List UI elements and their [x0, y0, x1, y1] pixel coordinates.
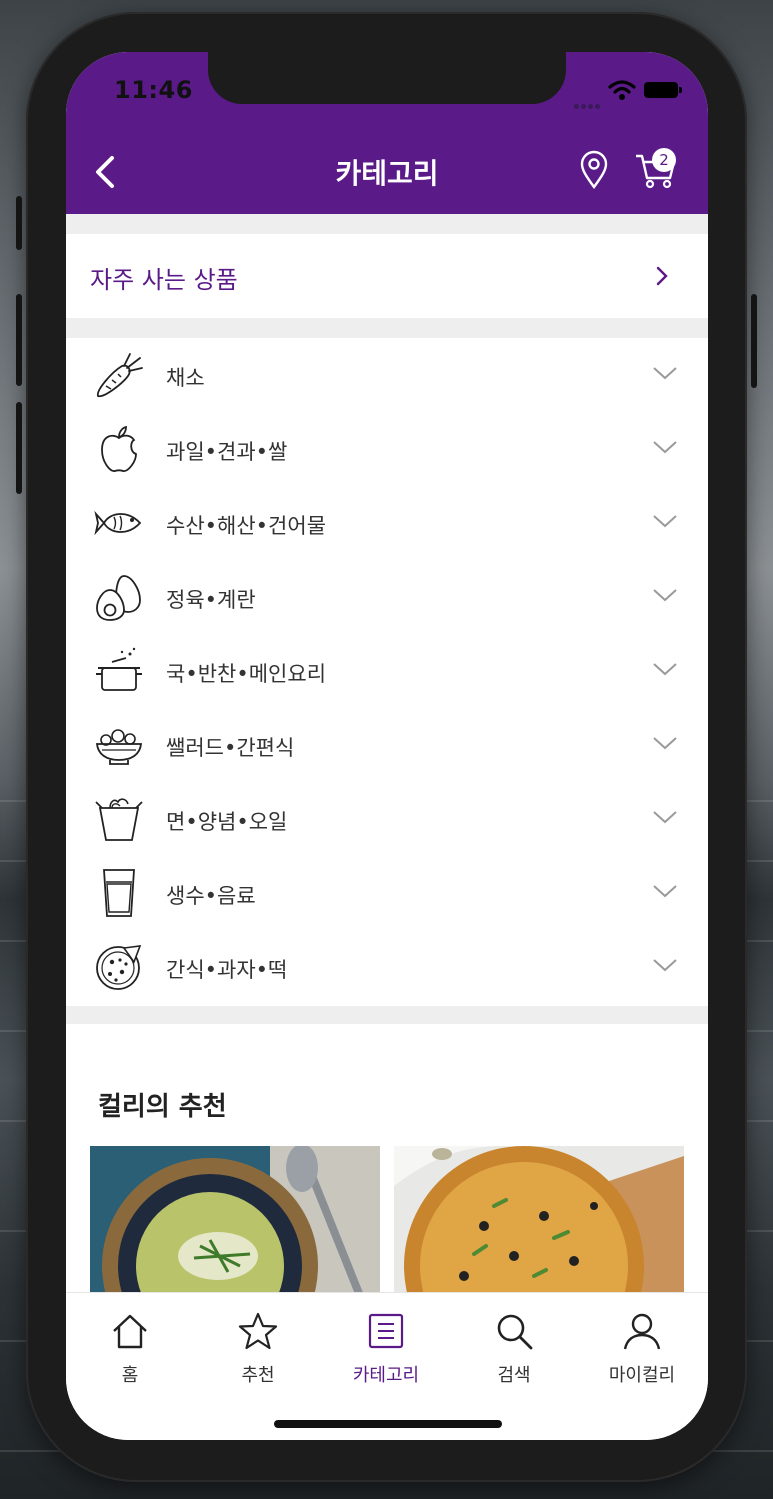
chevron-down-icon — [653, 737, 677, 750]
status-time: 11:46 — [114, 76, 193, 104]
home-indicator[interactable] — [274, 1420, 502, 1428]
top-navigation-bar: 카테고리 2 — [66, 138, 708, 214]
tab-category[interactable]: 카테고리 — [322, 1311, 450, 1387]
volume-up-button — [16, 294, 22, 386]
chevron-down-icon — [653, 885, 677, 898]
section-divider — [66, 214, 708, 234]
section-divider — [66, 318, 708, 338]
status-bar: 11:46 — [66, 52, 708, 138]
section-divider — [66, 1006, 708, 1024]
cart-count-badge: 2 — [652, 148, 676, 172]
category-label: 간식•과자•떡 — [166, 958, 288, 982]
category-item[interactable]: 면•양념•오일 — [66, 782, 708, 856]
frequent-items-row[interactable]: 자주 사는 상품 — [66, 234, 708, 318]
bottom-tab-bar: 홈 추천 카테고리 검색 마이컬리 — [66, 1292, 708, 1440]
apple-icon — [101, 425, 137, 472]
home-icon — [113, 1314, 147, 1349]
wifi-icon — [608, 80, 636, 100]
chevron-down-icon — [653, 811, 677, 824]
category-label: 국•반찬•메인요리 — [166, 662, 327, 686]
chevron-down-icon — [653, 663, 677, 676]
tab-label: 검색 — [497, 1365, 531, 1386]
page-title: 카테고리 — [335, 157, 439, 190]
category-item[interactable]: 과일•견과•쌀 — [66, 412, 708, 486]
category-list: 채소 과일•견과•쌀 수산•해산•건어물 정육•계란 국•반찬•메인요리 쌜러드… — [66, 338, 708, 1006]
chevron-down-icon — [653, 367, 677, 380]
battery-icon — [644, 82, 682, 98]
category-item[interactable]: 생수•음료 — [66, 856, 708, 930]
carrot-icon — [97, 353, 143, 397]
tab-label: 카테고리 — [352, 1365, 420, 1386]
tab-label: 마이컬리 — [608, 1365, 676, 1386]
app-screen: 11:46 카테고리 2 자주 사는 상품 채소 과일•견과•쌀 수산•해산•건… — [66, 52, 708, 1440]
tab-label: 홈 — [121, 1365, 139, 1386]
tab-recommend[interactable]: 추천 — [194, 1311, 322, 1387]
glass-icon — [103, 869, 135, 917]
pot-icon — [96, 647, 142, 691]
category-item[interactable]: 쌜러드•간편식 — [66, 708, 708, 782]
recommendation-title: 컬리의 추천 — [98, 1092, 227, 1122]
fish-icon — [94, 510, 142, 536]
tab-label: 추천 — [241, 1365, 275, 1386]
category-label: 과일•견과•쌀 — [166, 440, 288, 464]
tab-my-kurly[interactable]: 마이컬리 — [578, 1311, 706, 1387]
category-label: 수산•해산•건어물 — [166, 514, 327, 538]
person-icon — [623, 1313, 661, 1350]
salad-bowl-icon — [96, 729, 142, 765]
location-pin-icon[interactable] — [578, 150, 610, 190]
notch — [208, 52, 566, 104]
search-icon — [497, 1314, 533, 1350]
category-item[interactable]: 정육•계란 — [66, 560, 708, 634]
mute-switch — [16, 196, 22, 250]
star-icon — [238, 1312, 278, 1350]
tab-home[interactable]: 홈 — [66, 1311, 194, 1387]
list-icon — [368, 1313, 404, 1349]
noodle-box-icon — [95, 798, 143, 841]
recommend-soup-image[interactable] — [90, 1146, 380, 1296]
category-label: 생수•음료 — [166, 884, 256, 908]
chevron-down-icon — [653, 441, 677, 454]
category-item[interactable]: 간식•과자•떡 — [66, 930, 708, 1004]
category-label: 면•양념•오일 — [166, 810, 288, 834]
tab-search[interactable]: 검색 — [450, 1311, 578, 1387]
chevron-down-icon — [653, 959, 677, 972]
chevron-right-icon — [656, 266, 668, 286]
chevron-down-icon — [653, 515, 677, 528]
cellular-signal-icon — [574, 94, 602, 109]
chevron-down-icon — [653, 589, 677, 602]
category-label: 쌜러드•간편식 — [166, 736, 295, 760]
pizza-icon — [96, 945, 142, 990]
category-item[interactable]: 채소 — [66, 338, 708, 412]
power-button — [751, 294, 757, 388]
category-label: 정육•계란 — [166, 588, 256, 612]
category-label: 채소 — [166, 366, 205, 390]
frequent-items-label: 자주 사는 상품 — [90, 266, 238, 294]
egg-icon — [96, 575, 141, 621]
category-item[interactable]: 수산•해산•건어물 — [66, 486, 708, 560]
recommend-pizza-image[interactable] — [394, 1146, 684, 1296]
category-item[interactable]: 국•반찬•메인요리 — [66, 634, 708, 708]
volume-down-button — [16, 402, 22, 494]
